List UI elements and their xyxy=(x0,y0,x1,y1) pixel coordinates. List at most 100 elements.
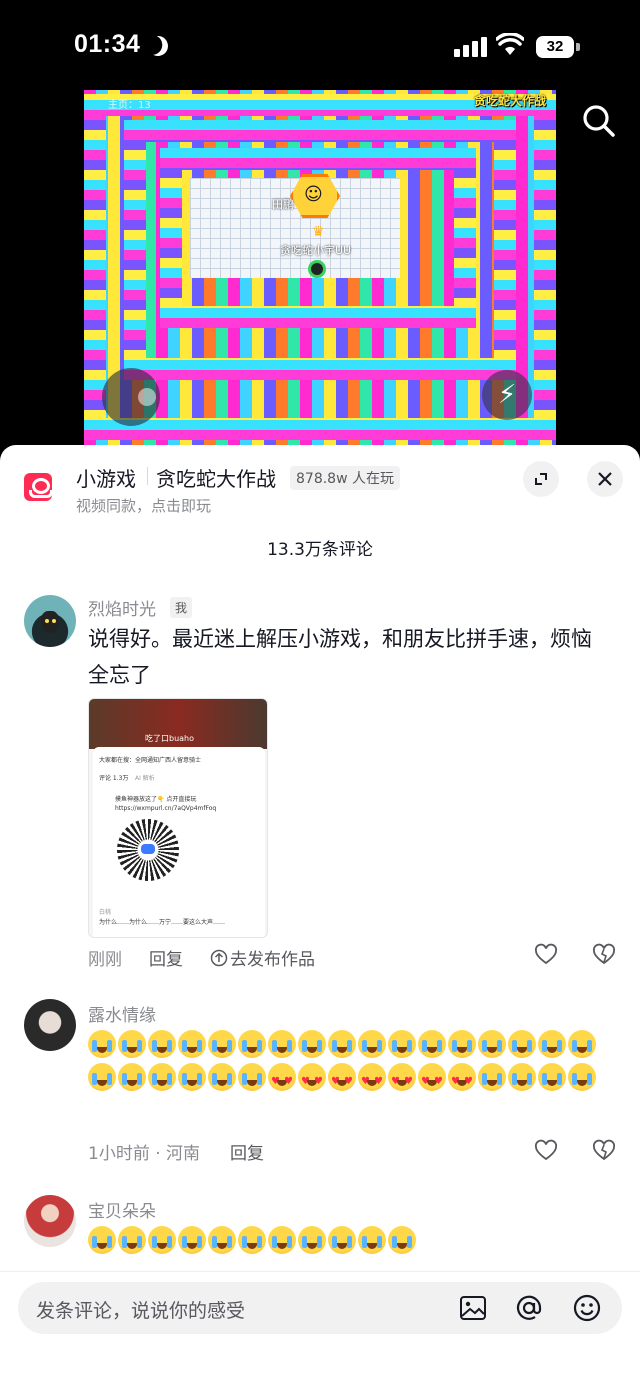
crying-emoji-icon xyxy=(118,1063,146,1091)
boost-button[interactable]: ⚡ xyxy=(482,370,532,420)
status-time: 01:34 xyxy=(74,30,141,58)
dislike-icon[interactable] xyxy=(592,1139,616,1163)
search-icon[interactable] xyxy=(582,104,616,138)
dislike-icon[interactable] xyxy=(592,943,616,967)
battery-indicator: 32 xyxy=(536,36,574,58)
comment-emoji-text xyxy=(88,1029,608,1098)
crying-emoji-icon xyxy=(238,1030,266,1058)
crying-emoji-icon xyxy=(568,1030,596,1058)
players-badge: 878.8w 人在玩 xyxy=(290,466,400,490)
attachment-video-thumb: 吃了口buaho xyxy=(89,699,267,749)
crying-emoji-icon xyxy=(298,1226,326,1254)
crying-emoji-icon xyxy=(328,1030,356,1058)
heart-eyes-emoji-icon xyxy=(268,1063,296,1098)
expand-button[interactable] xyxy=(523,461,559,497)
crying-emoji-icon xyxy=(538,1063,566,1091)
game-title-overlay: 贪吃蛇大作战 xyxy=(473,94,546,108)
crying-emoji-icon xyxy=(88,1030,116,1058)
crying-emoji-icon xyxy=(268,1226,296,1254)
attachment-sheet: 大家都在搜：全网通知广西人留意骑士 评论 1.3万 AI 解析 摸鱼神器放这了👇… xyxy=(93,747,265,937)
comment-item: 宝贝朵朵 xyxy=(0,1193,640,1273)
avatar[interactable] xyxy=(24,595,76,647)
expand-icon xyxy=(535,473,547,485)
attachment-tab-ai: AI 解析 xyxy=(135,775,155,782)
qr-code xyxy=(117,819,179,881)
reply-button[interactable]: 回复 xyxy=(230,1139,264,1164)
arrow-up-circle-icon xyxy=(210,949,228,967)
player-label: 田鹏 xyxy=(272,198,294,211)
me-badge: 我 xyxy=(170,597,193,618)
heart-eyes-emoji-icon xyxy=(328,1063,356,1098)
emoji-icon[interactable] xyxy=(572,1293,602,1323)
comment-emoji-text xyxy=(88,1225,608,1258)
crying-emoji-icon xyxy=(268,1030,296,1058)
avatar[interactable] xyxy=(24,1195,76,1247)
mention-icon[interactable] xyxy=(514,1293,544,1323)
comment-count: 13.3万条评论 xyxy=(267,540,373,560)
comment-author[interactable]: 烈焰时光 xyxy=(88,595,156,620)
score-text: 主页：13 xyxy=(108,100,151,111)
like-icon[interactable] xyxy=(534,943,558,967)
crying-emoji-icon xyxy=(508,1063,536,1091)
publish-work-label: 去发布作品 xyxy=(230,950,315,970)
crying-emoji-icon xyxy=(208,1063,236,1091)
crying-emoji-icon xyxy=(208,1030,236,1058)
attachment-reply-text: 为什么……为什么……万宁……要这么大声…… xyxy=(99,919,226,926)
crying-emoji-icon xyxy=(478,1063,506,1091)
comment-image[interactable]: 吃了口buaho 大家都在搜：全网通知广西人留意骑士 评论 1.3万 AI 解析… xyxy=(88,698,268,938)
attachment-comment-text: 摸鱼神器放这了👇 点开直接玩 https://wxmpurl.cn/7aQVp4… xyxy=(115,796,217,812)
heart-eyes-emoji-icon xyxy=(388,1063,416,1098)
heart-eyes-emoji-icon xyxy=(418,1063,446,1098)
comment-author[interactable]: 露水情缘 xyxy=(88,1001,156,1026)
like-icon[interactable] xyxy=(534,1139,558,1163)
snake-head xyxy=(308,260,326,278)
crying-emoji-icon xyxy=(178,1226,206,1254)
comment-item: 露水情缘 1小时前 · 河南 回复 xyxy=(0,997,640,1177)
close-button[interactable] xyxy=(587,461,623,497)
crying-emoji-icon xyxy=(178,1030,206,1058)
attachment-tab-comments: 评论 1.3万 xyxy=(99,775,129,782)
crying-emoji-icon xyxy=(508,1030,536,1058)
mini-game-tag: 小游戏 xyxy=(76,467,136,491)
comment-time: 刚刚 xyxy=(88,950,122,970)
joystick[interactable] xyxy=(102,368,160,426)
crying-emoji-icon xyxy=(118,1030,146,1058)
crying-emoji-icon xyxy=(238,1063,266,1091)
moon-icon xyxy=(145,33,171,59)
crying-emoji-icon xyxy=(148,1226,176,1254)
comment-input-bar: 发条评论，说说你的感受 xyxy=(0,1271,640,1390)
crying-emoji-icon xyxy=(298,1030,326,1058)
image-icon[interactable] xyxy=(458,1293,488,1323)
crying-emoji-icon xyxy=(538,1030,566,1058)
crying-emoji-icon xyxy=(118,1226,146,1254)
crying-emoji-icon xyxy=(328,1226,356,1254)
crying-emoji-icon xyxy=(208,1226,236,1254)
crying-emoji-icon xyxy=(478,1030,506,1058)
close-icon xyxy=(598,472,612,486)
comment-time-location: 1小时前 · 河南 xyxy=(88,1144,201,1164)
crying-emoji-icon xyxy=(178,1063,206,1091)
crying-emoji-icon xyxy=(388,1030,416,1058)
comment-input[interactable]: 发条评论，说说你的感受 xyxy=(18,1282,622,1334)
mini-game-card[interactable]: 小游戏 贪吃蛇大作战 878.8w 人在玩 视频同款，点击即玩 xyxy=(0,445,640,525)
reply-button[interactable]: 回复 xyxy=(149,945,183,970)
comment-input-placeholder: 发条评论，说说你的感受 xyxy=(36,1300,246,1322)
video-player[interactable]: 主页：13 贪吃蛇大作战 ☺ 田鹏 ♛ 贪吃蛇小宇UU ⚡ xyxy=(0,90,640,450)
comment-item: 烈焰时光 我 说得好。最近迷上解压小游戏，和朋友比拼手速，烦恼全忘了 吃了口bu… xyxy=(0,591,640,971)
avatar[interactable] xyxy=(24,999,76,1051)
signal-icon xyxy=(454,37,488,57)
divider xyxy=(147,467,148,485)
crying-emoji-icon xyxy=(238,1226,266,1254)
crying-emoji-icon xyxy=(358,1030,386,1058)
heart-eyes-emoji-icon xyxy=(358,1063,386,1098)
comment-text: 说得好。最近迷上解压小游戏，和朋友比拼手速，烦恼全忘了 xyxy=(88,627,592,687)
comment-author[interactable]: 宝贝朵朵 xyxy=(88,1197,156,1222)
attachment-caption: 吃了口buaho xyxy=(145,734,195,743)
crying-emoji-icon xyxy=(148,1063,176,1091)
heart-eyes-emoji-icon xyxy=(298,1063,326,1098)
mini-game-logo-icon xyxy=(24,473,53,501)
player-label: 贪吃蛇小宇UU xyxy=(280,244,352,257)
status-bar: 01:34 32 xyxy=(0,0,640,90)
mini-game-name[interactable]: 贪吃蛇大作战 xyxy=(156,463,276,492)
attachment-reply-name: 白桃 xyxy=(99,909,112,916)
